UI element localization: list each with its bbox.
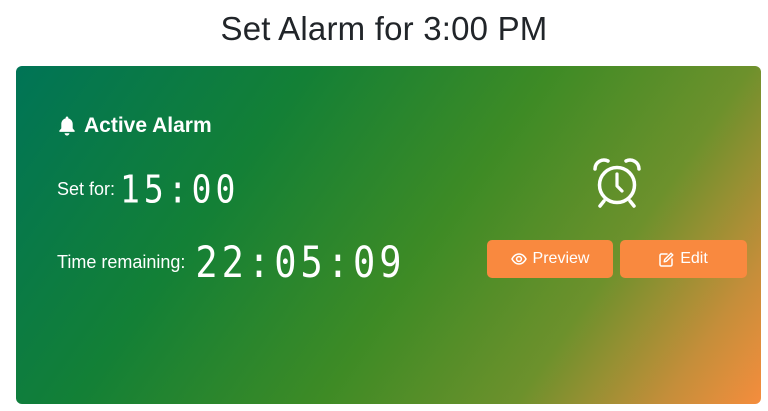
eye-icon xyxy=(510,253,527,265)
page-title: Set Alarm for 3:00 PM xyxy=(220,10,548,47)
preview-button[interactable]: Preview xyxy=(487,240,613,278)
set-for-row: Set for: 15:00 xyxy=(57,167,240,212)
edit-button[interactable]: Edit xyxy=(620,240,747,278)
card-header: Active Alarm xyxy=(58,114,212,138)
set-time-display: 15:00 xyxy=(120,167,240,212)
active-alarm-card: Active Alarm Set for: 15:00 Time remaini… xyxy=(16,66,761,404)
time-remaining-display: 22:05:09 xyxy=(195,237,406,288)
preview-button-label: Preview xyxy=(532,250,590,267)
bell-icon xyxy=(59,116,75,136)
card-header-title: Active Alarm xyxy=(84,114,212,137)
time-remaining-label: Time remaining: xyxy=(57,252,186,272)
edit-icon xyxy=(659,252,674,267)
edit-button-label: Edit xyxy=(680,250,708,267)
time-remaining-row: Time remaining: 22:05:09 xyxy=(57,237,406,288)
set-for-label: Set for: xyxy=(57,179,116,199)
alarm-clock-icon xyxy=(593,158,641,208)
